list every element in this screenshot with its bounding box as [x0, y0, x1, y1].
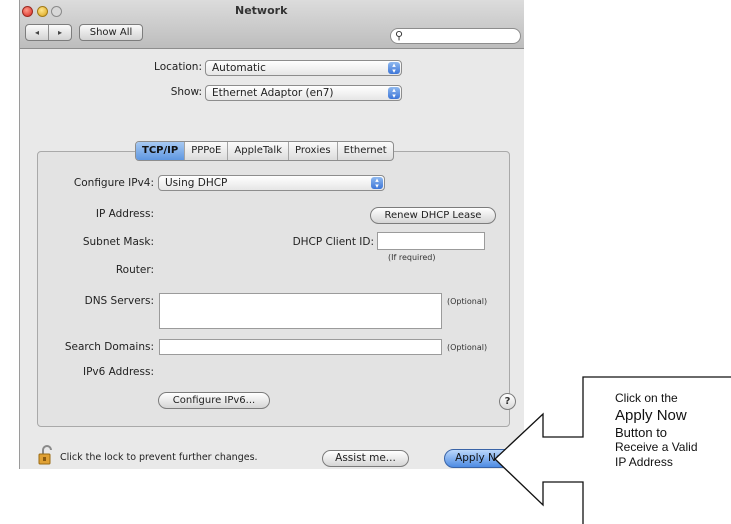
callout-text: Click on the Apply Now Button to Receive… — [615, 391, 727, 470]
tab-ethernet[interactable]: Ethernet — [338, 142, 393, 160]
dns-optional-note: (Optional) — [447, 297, 488, 306]
tab-pppoe[interactable]: PPPoE — [185, 142, 229, 160]
renew-dhcp-lease-button[interactable]: Renew DHCP Lease — [370, 207, 496, 224]
ip-address-label: IP Address: — [95, 208, 154, 220]
network-preferences-window: Network ◂ ▸ Show All ⚲ Location: Automat… — [19, 0, 524, 469]
show-value: Ethernet Adaptor (en7) — [212, 87, 334, 99]
lock-message: Click the lock to prevent further change… — [60, 452, 258, 463]
configure-ipv6-button[interactable]: Configure IPv6... — [158, 392, 270, 409]
search-field[interactable]: ⚲ — [390, 28, 521, 44]
tab-proxies[interactable]: Proxies — [289, 142, 338, 160]
window-title: Network — [235, 4, 288, 17]
configure-ipv4-label: Configure IPv4: — [73, 177, 154, 189]
search-icon: ⚲ — [395, 29, 404, 42]
callout-line-5: IP Address — [615, 455, 673, 469]
location-label: Location: — [154, 61, 202, 73]
if-required-note: (If required) — [388, 253, 436, 262]
minimize-window-button[interactable] — [37, 6, 48, 17]
callout-line-4: Receive a Valid — [615, 440, 698, 454]
assist-me-button[interactable]: Assist me... — [322, 450, 409, 467]
forward-arrow-icon[interactable]: ▸ — [49, 25, 71, 40]
tab-tcpip[interactable]: TCP/IP — [136, 142, 186, 160]
configure-ipv4-value: Using DHCP — [165, 177, 228, 189]
dns-servers-field[interactable] — [159, 293, 442, 329]
apply-now-button[interactable]: Apply Now — [444, 449, 522, 468]
zoom-window-button[interactable] — [51, 6, 62, 17]
dhcp-client-id-label: DHCP Client ID: — [292, 236, 374, 248]
callout-line-3: Button to — [615, 425, 668, 440]
callout-line-2: Apply Now — [615, 407, 687, 424]
lock-icon[interactable] — [38, 444, 56, 466]
back-arrow-icon[interactable]: ◂ — [26, 25, 49, 40]
dhcp-client-id-field[interactable] — [377, 232, 485, 250]
search-domains-optional-note: (Optional) — [447, 343, 488, 352]
show-label: Show: — [170, 86, 202, 98]
help-button[interactable]: ? — [499, 393, 516, 410]
location-popup[interactable]: Automatic ▴ ▾ — [205, 60, 402, 76]
back-forward-buttons: ◂ ▸ — [25, 24, 72, 41]
show-popup[interactable]: Ethernet Adaptor (en7) ▴ ▾ — [205, 85, 402, 101]
popup-arrows-icon: ▴ ▾ — [388, 87, 400, 100]
callout-line-1: Click on the — [615, 391, 678, 405]
close-window-button[interactable] — [22, 6, 33, 17]
tab-appletalk[interactable]: AppleTalk — [228, 142, 289, 160]
configure-ipv4-popup[interactable]: Using DHCP ▴ ▾ — [158, 175, 385, 191]
ipv6-address-label: IPv6 Address: — [82, 366, 154, 378]
router-label: Router: — [115, 264, 154, 276]
popup-arrows-icon: ▴ ▾ — [388, 62, 400, 75]
popup-arrows-icon: ▴ ▾ — [371, 177, 383, 190]
search-domains-label: Search Domains: — [64, 341, 154, 353]
location-value: Automatic — [212, 62, 266, 74]
dns-servers-label: DNS Servers: — [84, 295, 154, 307]
show-all-button[interactable]: Show All — [79, 24, 143, 41]
title-bar: Network ◂ ▸ Show All ⚲ — [20, 0, 524, 49]
tab-bar: TCP/IP PPPoE AppleTalk Proxies Ethernet — [135, 141, 394, 161]
subnet-mask-label: Subnet Mask: — [82, 236, 154, 248]
search-domains-field[interactable] — [159, 339, 442, 355]
tcpip-panel — [37, 151, 510, 427]
